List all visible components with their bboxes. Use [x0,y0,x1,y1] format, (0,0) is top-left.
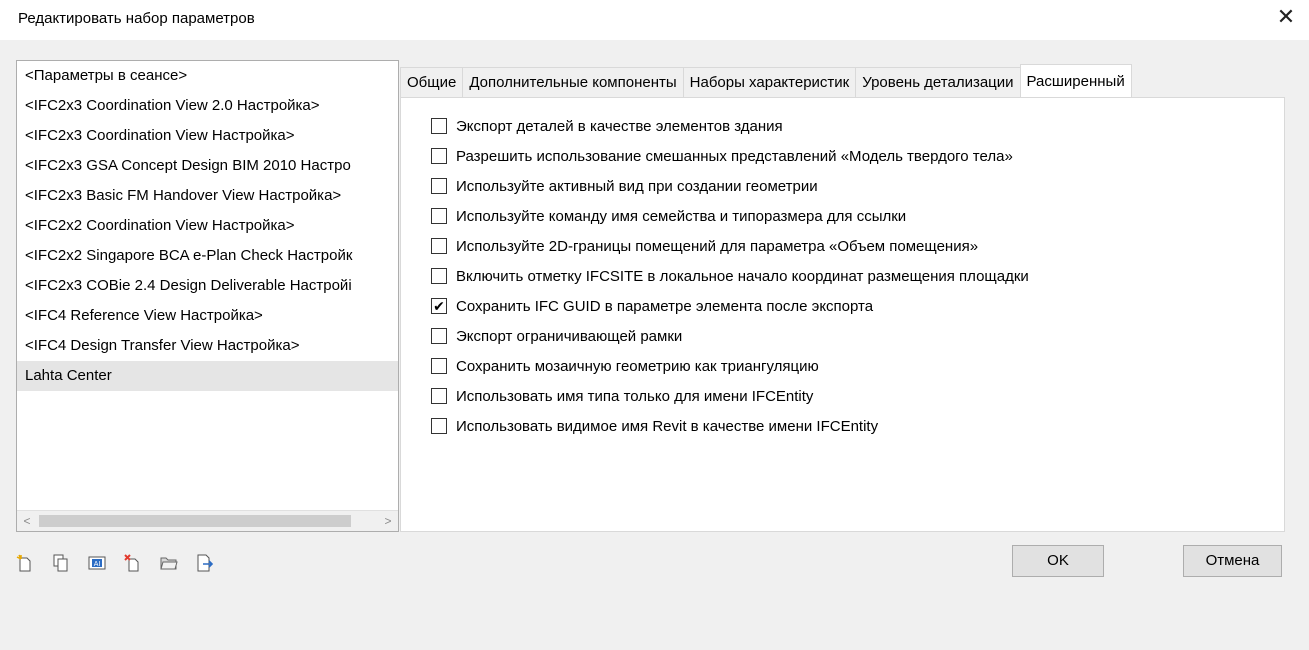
option-checkbox[interactable] [431,358,447,374]
option-row[interactable]: Разрешить использование смешанных предст… [431,145,1013,167]
list-item[interactable]: <IFC2x3 Coordination View Настройка> [17,121,398,151]
svg-text:AI: AI [94,561,101,568]
scroll-right-icon[interactable]: > [378,511,398,531]
list-item[interactable]: <IFC4 Reference View Настройка> [17,301,398,331]
option-checkbox[interactable] [431,268,447,284]
list-item[interactable]: <IFC4 Design Transfer View Настройка> [17,331,398,361]
horizontal-scrollbar[interactable]: < > [17,510,398,531]
option-label: Экспорт деталей в качестве элементов зда… [456,117,783,135]
option-label: Использовать видимое имя Revit в качеств… [456,417,879,435]
list-item[interactable]: <IFC2x3 Basic FM Handover View Настройка… [17,181,398,211]
option-row[interactable]: Включить отметку IFCSITE в локальное нач… [431,265,1029,287]
option-label: Использовать имя типа только для имени I… [456,387,814,405]
export-setup-icon[interactable] [196,554,214,572]
option-row[interactable]: Экспорт ограничивающей рамки [431,325,682,347]
option-row[interactable]: ✔ Сохранить IFC GUID в параметре элемента… [431,295,873,317]
scroll-left-icon[interactable]: < [17,511,37,531]
option-row[interactable]: Сохранить мозаичную геометрию как трианг… [431,355,819,377]
option-label: Разрешить использование смешанных предст… [456,147,1013,165]
option-row[interactable]: Использовать видимое имя Revit в качеств… [431,415,878,437]
list-item[interactable]: <IFC2x2 Coordination View Настройка> [17,211,398,241]
list-item[interactable]: <Параметры в сеансе> [17,61,398,91]
option-checkbox[interactable] [431,118,447,134]
list-item[interactable]: <IFC2x3 GSA Concept Design BIM 2010 Наст… [17,151,398,181]
option-row[interactable]: Экспорт деталей в качестве элементов зда… [431,115,783,137]
option-label: Включить отметку IFCSITE в локальное нач… [456,267,1029,285]
list-item[interactable]: <IFC2x2 Singapore BCA e-Plan Check Настр… [17,241,398,271]
option-row[interactable]: Используйте команду имя семейства и типо… [431,205,906,227]
option-checkbox[interactable] [431,178,447,194]
new-setup-icon[interactable] [16,554,34,572]
tab-3[interactable]: Уровень детализации [855,67,1021,97]
option-checkbox[interactable] [431,328,447,344]
option-row[interactable]: Используйте активный вид при создании ге… [431,175,818,197]
option-label: Используйте 2D-границы помещений для пар… [456,237,979,255]
option-checkbox[interactable] [431,148,447,164]
option-label: Используйте команду имя семейства и типо… [456,207,907,225]
option-checkbox[interactable] [431,388,447,404]
scroll-thumb[interactable] [39,515,351,527]
rename-setup-icon[interactable]: AI [88,554,106,572]
option-checkbox[interactable] [431,238,447,254]
close-icon[interactable]: ✕ [1275,6,1297,28]
tab-0[interactable]: Общие [400,67,464,97]
cancel-button[interactable]: Отмена [1183,545,1282,577]
list-item[interactable]: <IFC2x3 COBie 2.4 Design Deliverable Нас… [17,271,398,301]
import-setup-icon[interactable] [160,554,178,572]
configuration-list[interactable]: <Параметры в сеансе> <IFC2x3 Coordination… [16,60,399,532]
option-label: Используйте активный вид при создании ге… [456,177,818,195]
advanced-options-panel: Экспорт деталей в качестве элементов зда… [400,97,1285,532]
option-checkbox[interactable] [431,208,447,224]
title-bar: Редактировать набор параметров ✕ [0,0,1309,40]
option-label: Сохранить мозаичную геометрию как трианг… [456,357,819,375]
list-item[interactable]: Lahta Center [17,361,398,391]
option-checkbox[interactable] [431,418,447,434]
tab-2[interactable]: Наборы характеристик [682,67,857,97]
option-label: Сохранить IFC GUID в параметре элемента … [456,297,874,315]
option-row[interactable]: Используйте 2D-границы помещений для пар… [431,235,978,257]
option-row[interactable]: Использовать имя типа только для имени I… [431,385,813,407]
tab-1[interactable]: Дополнительные компоненты [462,67,684,97]
delete-setup-icon[interactable] [124,554,142,572]
tab-4[interactable]: Расширенный [1019,64,1132,97]
tab-strip: Общие Дополнительные компоненты Наборы хар… [400,64,1132,97]
window-title: Редактировать набор параметров [18,10,255,27]
option-checkbox[interactable]: ✔ [431,298,447,314]
ok-button[interactable]: OK [1012,545,1104,577]
option-label: Экспорт ограничивающей рамки [456,327,683,345]
list-item[interactable]: <IFC2x3 Coordination View 2.0 Настройка> [17,91,398,121]
duplicate-setup-icon[interactable] [52,554,70,572]
